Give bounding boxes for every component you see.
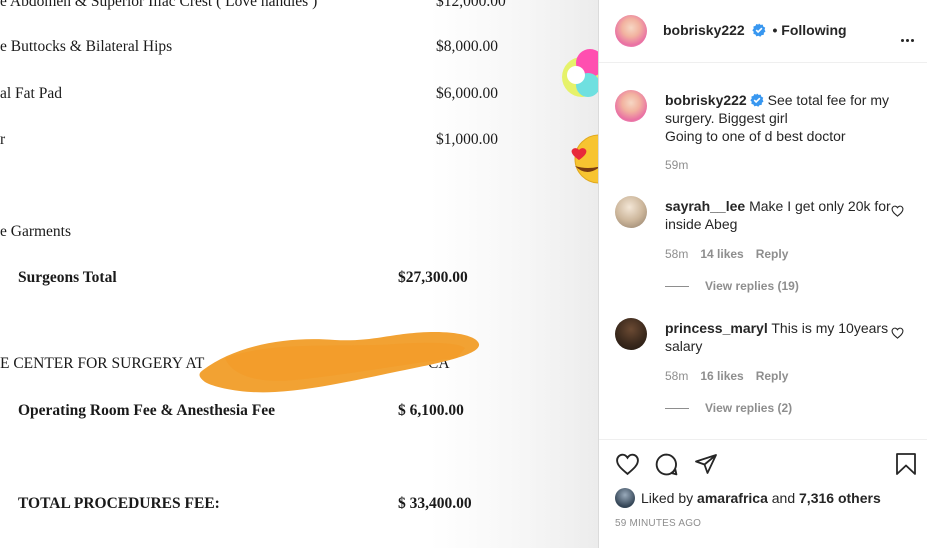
liked-by-user[interactable]: amarafrica	[697, 490, 768, 506]
caption-time[interactable]: 59m	[665, 158, 688, 172]
liked-by-others[interactable]: 7,316 others	[799, 490, 881, 506]
commenter-avatar[interactable]	[615, 196, 647, 228]
doc-line-label: e Abdomen & Superior Iliac Crest ( Love …	[0, 0, 318, 10]
comments-list: bobrisky222 See total fee for my surgery…	[599, 64, 927, 439]
reply-button[interactable]: Reply	[756, 369, 789, 383]
replies-divider	[665, 286, 689, 288]
heart-icon[interactable]	[615, 452, 640, 476]
post-caption: bobrisky222 See total fee for my surgery…	[665, 91, 905, 145]
doc-line-amount: $12,000.00	[436, 0, 506, 10]
commenter-avatar[interactable]	[615, 318, 647, 350]
doc-line-label: r	[0, 131, 6, 148]
likes-summary: Liked by amarafrica and 7,316 others	[615, 488, 881, 508]
redaction-scribble	[199, 332, 480, 393]
comment-like-heart-icon[interactable]	[891, 327, 904, 339]
caption-username[interactable]: bobrisky222	[665, 92, 747, 108]
comment-likes[interactable]: 16 likes	[700, 369, 743, 383]
reply-button[interactable]: Reply	[756, 247, 789, 261]
replies-divider	[665, 408, 689, 410]
view-replies-button[interactable]: View replies (19)	[665, 279, 799, 293]
doc-line-amount: $1,000.00	[436, 131, 498, 148]
post-actions: Liked by amarafrica and 7,316 others 59 …	[599, 439, 927, 548]
or-fee-label: Operating Room Fee & Anesthesia Fee	[18, 402, 275, 419]
surgery-center-label: E CENTER FOR SURGERY AT	[0, 355, 205, 372]
comment-meta: 58m 14 likes Reply	[665, 247, 788, 261]
surgeons-total-amount: $27,300.00	[398, 269, 468, 286]
comment-icon[interactable]	[654, 452, 679, 477]
liked-by-and: and	[771, 490, 796, 506]
author-avatar[interactable]	[615, 15, 647, 47]
bookmark-icon[interactable]	[895, 452, 917, 476]
verified-badge-icon	[750, 93, 764, 107]
comment-like-heart-icon[interactable]	[891, 205, 904, 217]
caption-text-line2: Going to one of d best doctor	[665, 128, 846, 144]
liked-by-prefix: Liked by	[641, 490, 694, 506]
author-header: bobrisky222 • Following	[663, 22, 847, 38]
caption-author-avatar[interactable]	[615, 90, 647, 122]
doc-line-label: al Fat Pad	[0, 85, 62, 102]
or-fee-amount: $ 6,100.00	[398, 402, 464, 419]
color-bubbles-sticker	[562, 49, 598, 97]
commenter-username[interactable]: princess_maryl	[665, 320, 768, 336]
comment-likes[interactable]: 14 likes	[700, 247, 743, 261]
doc-line-amount: $6,000.00	[436, 85, 498, 102]
post-timestamp[interactable]: 59 MINUTES AGO	[615, 518, 701, 529]
doc-line-label: e Buttocks & Bilateral Hips	[0, 38, 173, 55]
view-replies-button[interactable]: View replies (2)	[665, 401, 792, 415]
total-fee-label: TOTAL PROCEDURES FEE:	[18, 495, 220, 512]
more-options-icon[interactable]	[901, 29, 917, 42]
post-image[interactable]: e Abdomen & Superior Iliac Crest ( Love …	[0, 0, 598, 548]
total-fee-amount: $ 33,400.00	[398, 495, 472, 512]
comment-body: princess_maryl This is my 10years salary	[665, 319, 905, 355]
comment-time[interactable]: 58m	[665, 247, 688, 261]
comment-time[interactable]: 58m	[665, 369, 688, 383]
share-icon[interactable]	[694, 452, 718, 476]
post-panel: bobrisky222 • Following bobrisky222 See …	[598, 0, 927, 548]
following-status[interactable]: • Following	[773, 22, 847, 38]
heart-eyes-emoji-icon	[571, 134, 598, 184]
comment-body: sayrah__lee Make I get only 20k for insi…	[665, 197, 905, 233]
view-replies-label: View replies (2)	[705, 401, 793, 415]
verified-badge-icon	[751, 23, 766, 37]
post-header: bobrisky222 • Following	[599, 0, 927, 63]
author-username[interactable]: bobrisky222	[663, 22, 745, 38]
liker-avatar[interactable]	[615, 488, 635, 508]
doc-line-amount: $8,000.00	[436, 38, 498, 55]
surgeons-total-label: Surgeons Total	[18, 269, 117, 286]
comment-meta: 58m 16 likes Reply	[665, 369, 788, 383]
view-replies-label: View replies (19)	[705, 279, 799, 293]
commenter-username[interactable]: sayrah__lee	[665, 198, 745, 214]
doc-line-label: e Garments	[0, 223, 72, 240]
